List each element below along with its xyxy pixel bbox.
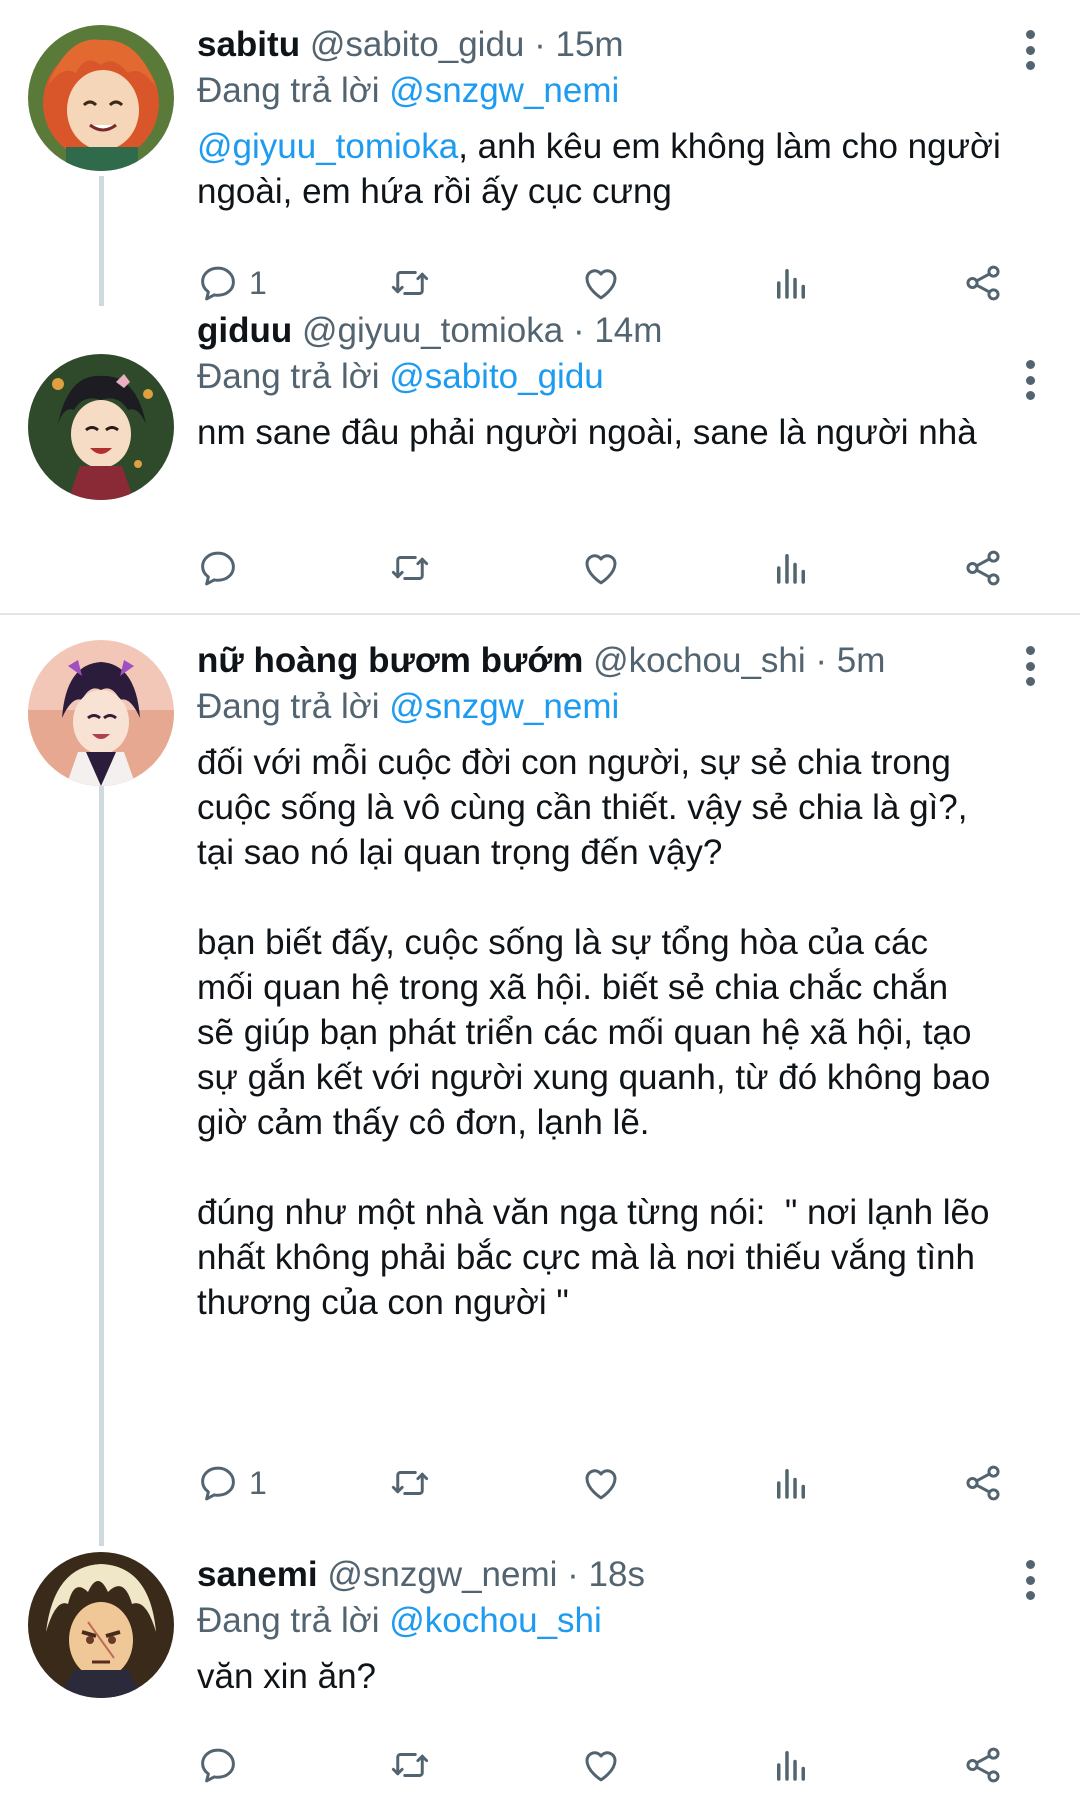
reply-icon — [197, 547, 239, 589]
tweet-header: nữ hoàng bươm bướm @kochou_shi · 5m — [197, 638, 1040, 684]
share-button[interactable] — [962, 1458, 1004, 1508]
share-button[interactable] — [962, 543, 1004, 593]
avatar-image — [28, 640, 174, 786]
retweet-button[interactable] — [389, 1458, 431, 1508]
timestamp[interactable]: · 15m — [534, 25, 623, 64]
display-name[interactable]: sanemi — [197, 1555, 318, 1594]
reply-button[interactable]: 1 — [197, 258, 267, 308]
tweet-actions — [197, 1740, 1017, 1790]
tweet-header: sabitu @sabito_gidu · 15m — [197, 22, 1040, 68]
tweet-text: đối với mỗi cuộc đời con người, sự sẻ ch… — [197, 743, 991, 1322]
retweet-icon — [389, 262, 431, 304]
replying-mention[interactable]: @snzgw_nemi — [389, 71, 619, 110]
more-icon[interactable] — [1024, 1560, 1036, 1600]
replying-mention[interactable]: @kochou_shi — [389, 1601, 602, 1640]
analytics-icon — [770, 1744, 812, 1786]
tweet-actions: 1 — [197, 1458, 1017, 1508]
thread-divider — [0, 613, 1080, 615]
replying-label: Đang trả lời — [197, 71, 390, 110]
reply-count: 1 — [249, 264, 267, 301]
timestamp[interactable]: · 14m — [573, 311, 662, 350]
analytics-icon — [770, 547, 812, 589]
share-icon — [962, 1744, 1004, 1786]
avatar-image — [28, 1552, 174, 1698]
avatar[interactable] — [28, 640, 174, 786]
like-button[interactable] — [580, 1458, 622, 1508]
replying-to: Đang trả lời @kochou_shi — [197, 1598, 1040, 1644]
analytics-button[interactable] — [770, 543, 812, 593]
replying-label: Đang trả lời — [197, 687, 390, 726]
more-icon[interactable] — [1024, 646, 1036, 686]
replying-mention[interactable]: @sabito_gidu — [389, 357, 604, 396]
tweet-text: văn xin ăn? — [197, 1657, 377, 1696]
avatar-image — [28, 354, 174, 500]
share-button[interactable] — [962, 258, 1004, 308]
replying-to: Đang trả lời @snzgw_nemi — [197, 68, 1040, 114]
handle[interactable]: @kochou_shi — [593, 641, 806, 680]
share-icon — [962, 262, 1004, 304]
display-name[interactable]: giduu — [197, 311, 292, 350]
handle[interactable]: @giyuu_tomioka — [302, 311, 563, 350]
replying-to: Đang trả lời @snzgw_nemi — [197, 684, 1040, 730]
like-button[interactable] — [580, 1740, 622, 1790]
analytics-icon — [770, 262, 812, 304]
tweet-actions: 1 — [197, 258, 1017, 308]
text-mention[interactable]: @giyuu_tomioka — [197, 127, 458, 166]
tweet-actions — [197, 543, 1017, 593]
avatar[interactable] — [28, 1552, 174, 1698]
thread-line — [99, 786, 104, 1546]
analytics-button[interactable] — [770, 1740, 812, 1790]
thread-line — [99, 176, 104, 306]
like-button[interactable] — [580, 258, 622, 308]
handle[interactable]: @snzgw_nemi — [327, 1555, 557, 1594]
analytics-button[interactable] — [770, 258, 812, 308]
display-name[interactable]: nữ hoàng bươm bướm — [197, 641, 583, 680]
reply-icon — [197, 1462, 239, 1504]
retweet-button[interactable] — [389, 1740, 431, 1790]
replying-label: Đang trả lời — [197, 1601, 390, 1640]
replying-to: Đang trả lời @sabito_gidu — [197, 354, 1040, 400]
tweet-header: giduu @giyuu_tomioka · 14m — [197, 308, 1040, 354]
reply-icon — [197, 262, 239, 304]
handle[interactable]: @sabito_gidu — [310, 25, 525, 64]
tweet-header: sanemi @snzgw_nemi · 18s — [197, 1552, 1040, 1598]
reply-button[interactable] — [197, 1740, 249, 1790]
timestamp[interactable]: · 18s — [567, 1555, 645, 1594]
more-icon[interactable] — [1024, 360, 1036, 400]
share-icon — [962, 547, 1004, 589]
reply-button[interactable]: 1 — [197, 1458, 267, 1508]
analytics-icon — [770, 1462, 812, 1504]
replying-mention[interactable]: @snzgw_nemi — [389, 687, 619, 726]
timestamp[interactable]: · 5m — [815, 641, 885, 680]
tweet-text: @giyuu_tomioka, anh kêu em không làm cho… — [197, 124, 1040, 214]
reply-icon — [197, 1744, 239, 1786]
replying-label: Đang trả lời — [197, 357, 390, 396]
share-button[interactable] — [962, 1740, 1004, 1790]
analytics-button[interactable] — [770, 1458, 812, 1508]
like-icon — [580, 547, 622, 589]
more-icon[interactable] — [1024, 30, 1036, 70]
avatar[interactable] — [28, 25, 174, 171]
avatar-image — [28, 25, 174, 171]
like-button[interactable] — [580, 543, 622, 593]
like-icon — [580, 262, 622, 304]
share-icon — [962, 1462, 1004, 1504]
display-name[interactable]: sabitu — [197, 25, 300, 64]
retweet-button[interactable] — [389, 543, 431, 593]
retweet-icon — [389, 547, 431, 589]
like-icon — [580, 1462, 622, 1504]
tweet-text: nm sane đâu phải người ngoài, sane là ng… — [197, 413, 977, 452]
reply-count: 1 — [249, 1464, 267, 1501]
reply-button[interactable] — [197, 543, 249, 593]
retweet-icon — [389, 1744, 431, 1786]
retweet-button[interactable] — [389, 258, 431, 308]
avatar[interactable] — [28, 354, 174, 500]
retweet-icon — [389, 1462, 431, 1504]
like-icon — [580, 1744, 622, 1786]
